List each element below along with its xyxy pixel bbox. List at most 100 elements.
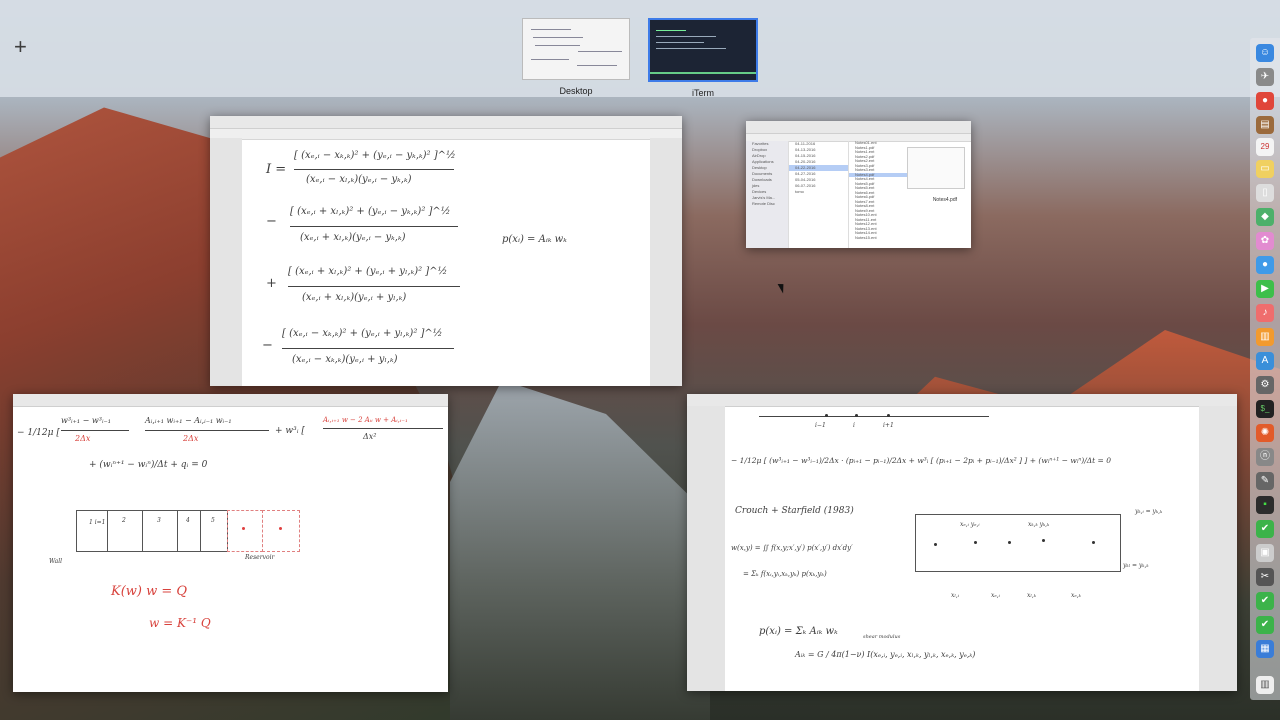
eq-term-b-num: Aᵢ,ᵢ₊₁ wᵢ₊₁ − Aᵢ,ᵢ₋₁ wᵢ₋₁ [145, 416, 232, 425]
citation: Crouch + Starfield (1983) [735, 506, 854, 516]
photos-icon[interactable]: ✿ [1256, 232, 1274, 250]
terminal-icon[interactable]: ▪ [1256, 496, 1274, 514]
system-preferences-icon[interactable]: ⚙ [1256, 376, 1274, 394]
file-item[interactable]: Notes15.ent [849, 235, 907, 241]
folder-item[interactable]: tomo [789, 189, 849, 195]
facetime-icon[interactable]: ▶ [1256, 280, 1274, 298]
app-icon[interactable]: ✺ [1256, 424, 1274, 442]
eq-denominator: (xₑ,ᵢ − xₗ,ₖ)(yₑ,ᵢ − yₖ,ₖ) [306, 174, 412, 185]
calendar-icon[interactable]: 29 [1256, 138, 1274, 156]
margin [687, 406, 725, 691]
lubrication-eq: − 1/12μ [ (w³ᵢ₊₁ − w³ᵢ₋₁)/2Δx · (pᵢ₊₁ − … [731, 456, 1111, 465]
itunes-icon[interactable]: ♪ [1256, 304, 1274, 322]
axis-label: xₗ,ₖ [1027, 592, 1036, 599]
dock: ☺ ✈ ● ▤ 29 ▭ ▯ ◆ ✿ ● ▶ ♪ ▥ A ⚙ $_ ✺ ⓝ ✎ … [1250, 38, 1280, 700]
app-icon[interactable]: ✔ [1256, 592, 1274, 610]
file-preview-thumbnail [907, 147, 965, 189]
maps-icon[interactable]: ◆ [1256, 208, 1274, 226]
space-desktop[interactable]: Desktop [522, 18, 630, 96]
app-icon[interactable]: ✂ [1256, 568, 1274, 586]
ghost-cell [227, 510, 263, 552]
eq-term-c-num: Aᵢ,ᵢ₊₁ w − 2 Aᵢᵢ w + Aᵢ,ᵢ₋₁ [323, 416, 408, 424]
grid-cell: 1 i=1 [76, 510, 108, 552]
sidebar-item[interactable]: Remote Disc [746, 201, 788, 207]
eq-denominator: (xₑ,ᵢ + xₗ,ₖ)(yₑ,ᵢ + yₗ,ₖ) [302, 292, 407, 303]
box-bottom-label: yₖₗ = yₖ,ₖ [1123, 562, 1149, 569]
ghost-cell [262, 510, 300, 552]
eq-numerator: [ (xₑ,ᵢ − xₖ,ₖ)² + (yₑ,ᵢ − yₖ,ₖ)² ]^½ [294, 150, 456, 161]
app-icon[interactable]: ▣ [1256, 544, 1274, 562]
window-titlebar[interactable] [210, 116, 682, 129]
eq-sign: − [266, 214, 277, 229]
app-icon[interactable]: ▦ [1256, 640, 1274, 658]
cell-label: 4 [186, 517, 190, 524]
eq-numerator: [ (xₑ,ᵢ − xₖ,ₖ)² + (yₑ,ᵢ + yₗ,ₖ)² ]^½ [282, 328, 443, 339]
eq-sign: I = [266, 162, 287, 177]
finder-window[interactable]: Favorites Dropbox AirDrop Applications D… [746, 121, 971, 248]
space-iterm[interactable]: iTerm [648, 18, 758, 98]
mouse-pointer-icon [777, 281, 788, 294]
matrix-eq-2: w = K⁻¹ Q [149, 616, 211, 630]
axis-label: xₑ,ₖ [1071, 592, 1081, 599]
preview-icon[interactable]: ▯ [1256, 184, 1274, 202]
margin [650, 138, 682, 386]
box-top-label: yₖ,ᵢ = yₖ,ₖ [1135, 508, 1163, 515]
eq-term-c-den: Δx² [363, 432, 377, 441]
space-iterm-thumbnail[interactable] [648, 18, 758, 82]
eq-second-line: + (wᵢⁿ⁺¹ − wᵢⁿ)/Δt + qᵢ = 0 [89, 460, 208, 470]
spaces-bar: + Desktop iTerm [0, 0, 1280, 98]
cell-label: 3 [157, 517, 161, 524]
window-titlebar[interactable] [746, 121, 971, 134]
finder-folder-column[interactable]: 04-11-2016 04-13-2016 04-15-2016 04-20-2… [788, 141, 849, 248]
wallpaper-valley [450, 380, 710, 720]
notes-window-left[interactable]: − 1/12μ [ w³ᵢ₊₁ − w³ᵢ₋₁ 2Δx Aᵢ,ᵢ₊₁ wᵢ₊₁ … [13, 394, 448, 692]
influence-coeff-eq: Aᵢₖ = G / 4π(1−ν) I(xₑ,ᵢ, yₑ,ᵢ, xₗ,ₖ, yₗ… [795, 650, 976, 659]
reservoir-label: Reservoir [245, 554, 275, 561]
grid-cell: 4 [177, 510, 201, 552]
margin [210, 138, 242, 386]
ibooks-icon[interactable]: ▥ [1256, 328, 1274, 346]
messages-icon[interactable]: ● [1256, 256, 1274, 274]
notes-window-top[interactable]: I = [ (xₑ,ᵢ − xₖ,ₖ)² + (yₑ,ᵢ − yₖ,ₖ)² ]^… [210, 116, 682, 386]
eq-sign: − [262, 338, 273, 353]
box-label: xₑ,ᵢ yₑ,ᵢ [960, 521, 980, 528]
sum-eq: = Σₖ f(xᵢ,yᵢ,xₖ,yₖ) p(xₖ,yₖ) [743, 570, 827, 578]
eq-denominator: (xₑ,ᵢ − xₖ,ₖ)(yₑ,ᵢ + yₗ,ₖ) [292, 354, 398, 365]
app-icon[interactable]: ⓝ [1256, 448, 1274, 466]
add-space-button[interactable]: + [14, 36, 27, 58]
pressure-eq: p(xᵢ) = Aᵢₖ wₖ [502, 234, 567, 245]
grid-cell: 3 [142, 510, 178, 552]
trash-icon[interactable]: ▥ [1256, 676, 1274, 694]
integral-eq: w(x,y) = ∬ f(x,y;x′,y′) p(x′,y′) dx′dy′ [731, 544, 853, 552]
finder-file-column[interactable]: Notes01.ent Notes1.pdf Notes1.ent Notes2… [848, 140, 907, 248]
grid-label: i [853, 422, 855, 429]
element-box: xₑ,ᵢ yₑ,ᵢ xₖ,ₖ yₖ,ₖ [915, 514, 1121, 572]
app-icon[interactable]: ✎ [1256, 472, 1274, 490]
notes-window-right[interactable]: i−1 i i+1 − 1/12μ [ (w³ᵢ₊₁ − w³ᵢ₋₁)/2Δx … [687, 394, 1237, 691]
finder-sidebar[interactable]: Favorites Dropbox AirDrop Applications D… [746, 141, 788, 248]
window-titlebar[interactable] [687, 394, 1237, 407]
app-store-icon[interactable]: A [1256, 352, 1274, 370]
cell-label: 1 i=1 [89, 519, 106, 526]
matrix-eq-1: K(w) w = Q [111, 584, 188, 599]
notes-app-icon[interactable]: ▤ [1256, 116, 1274, 134]
space-desktop-thumbnail[interactable] [522, 18, 630, 80]
cell-label: 5 [211, 517, 215, 524]
margin [1199, 406, 1237, 691]
iterm-icon[interactable]: $_ [1256, 400, 1274, 418]
eq-term-b-den: 2Δx [183, 434, 199, 443]
launchpad-icon[interactable]: ✈ [1256, 68, 1274, 86]
grid-cell: 2 [107, 510, 143, 552]
eq-sign: + [266, 276, 277, 291]
grid-cell: 5 [200, 510, 228, 552]
eq-term-a-den: 2Δx [75, 434, 91, 443]
finder-icon[interactable]: ☺ [1256, 44, 1274, 62]
chrome-icon[interactable]: ● [1256, 92, 1274, 110]
axis-label: xₗ,ᵢ [951, 592, 959, 599]
window-toolbar [210, 129, 682, 140]
window-titlebar[interactable] [13, 394, 448, 407]
stickies-icon[interactable]: ▭ [1256, 160, 1274, 178]
space-label: Desktop [559, 86, 593, 96]
app-icon[interactable]: ✔ [1256, 616, 1274, 634]
app-icon[interactable]: ✔ [1256, 520, 1274, 538]
